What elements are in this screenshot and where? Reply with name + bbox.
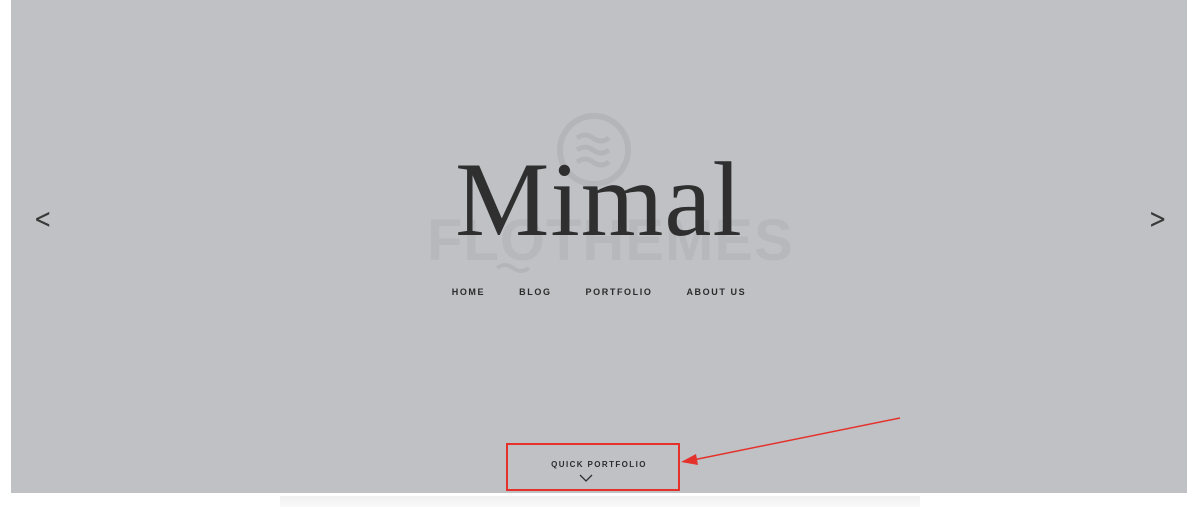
main-nav: HOME BLOG PORTFOLIO ABOUT US bbox=[11, 287, 1187, 297]
hero-section: FLOTHEMES Mimal HOME BLOG PORTFOLIO ABOU… bbox=[11, 0, 1187, 493]
nav-item-portfolio[interactable]: PORTFOLIO bbox=[586, 287, 653, 297]
chevron-left-icon: < bbox=[33, 202, 52, 235]
nav-item-blog[interactable]: BLOG bbox=[519, 287, 551, 297]
page-divider bbox=[280, 496, 920, 507]
nav-item-home[interactable]: HOME bbox=[452, 287, 485, 297]
chevron-right-icon: > bbox=[1148, 202, 1167, 235]
slider-prev-button[interactable]: < bbox=[34, 202, 52, 236]
nav-item-about-us[interactable]: ABOUT US bbox=[686, 287, 746, 297]
site-logo[interactable]: Mimal bbox=[11, 140, 1187, 260]
slider-next-button[interactable]: > bbox=[1149, 202, 1167, 236]
annotation-highlight-box bbox=[506, 443, 680, 491]
